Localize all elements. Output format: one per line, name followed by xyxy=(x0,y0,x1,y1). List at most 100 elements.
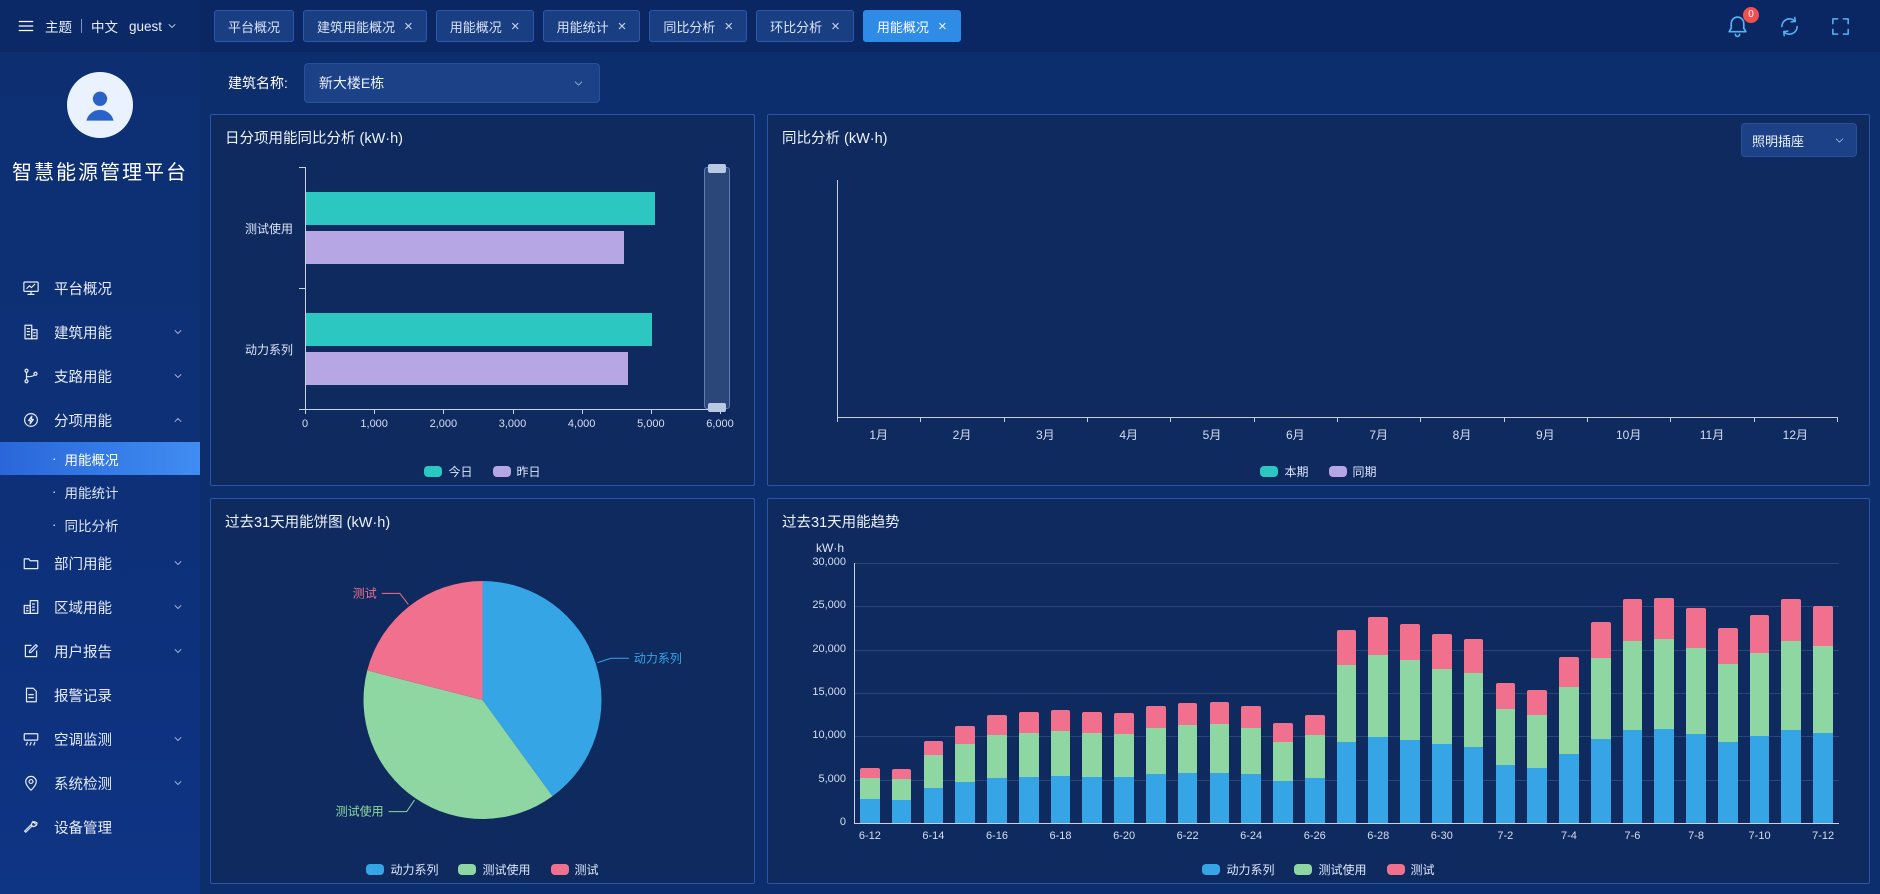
alarm-icon xyxy=(22,686,40,704)
bar-segment-测试 xyxy=(1082,712,1102,733)
language-label[interactable]: 中文 xyxy=(91,16,118,36)
notification-badge: 0 xyxy=(1743,7,1759,23)
tab-close-icon[interactable]: × xyxy=(831,19,840,34)
sidebar-item-系统检测[interactable]: 系统检测 xyxy=(0,761,200,805)
bar-segment-测试使用 xyxy=(1273,742,1293,782)
bar-segment-测试 xyxy=(1654,598,1674,640)
platform-icon xyxy=(22,279,40,297)
tab-用能统计[interactable]: 用能统计× xyxy=(543,10,641,42)
pie-label-line xyxy=(382,593,409,604)
bullet-icon: · xyxy=(52,484,57,499)
tab-close-icon[interactable]: × xyxy=(511,19,520,34)
bar-segment-测试使用 xyxy=(1337,665,1357,742)
x-axis-label: 7-8 xyxy=(1672,830,1720,842)
category-label: 动力系列 xyxy=(225,341,293,358)
tab-close-icon[interactable]: × xyxy=(724,19,733,34)
sidebar-subitem-用能概况[interactable]: ·用能概况 xyxy=(0,442,200,475)
bar-segment-动力系列 xyxy=(1019,777,1039,823)
sidebar-item-部门用能[interactable]: 部门用能 xyxy=(0,541,200,585)
theme-label[interactable]: 主题 xyxy=(45,16,72,36)
sidebar-item-报警记录[interactable]: 报警记录 xyxy=(0,673,200,717)
sidebar-subitem-label: 同比分析 xyxy=(65,515,119,535)
sidebar-item-设备管理[interactable]: 设备管理 xyxy=(0,805,200,849)
tab-环比分析[interactable]: 环比分析× xyxy=(756,10,854,42)
avatar[interactable] xyxy=(67,72,133,138)
tab-用能概况[interactable]: 用能概况× xyxy=(863,10,961,42)
sidebar-item-平台概况[interactable]: 平台概况 xyxy=(0,266,200,310)
building-select[interactable]: 新大楼E栋 xyxy=(304,63,600,103)
hvac-icon xyxy=(22,730,40,748)
x-axis-tick xyxy=(305,409,306,414)
x-axis-label: 3,000 xyxy=(485,418,541,430)
tab-同比分析[interactable]: 同比分析× xyxy=(649,10,747,42)
subitem-icon xyxy=(22,411,40,429)
bar-segment-动力系列 xyxy=(1368,737,1388,823)
legend-label: 同期 xyxy=(1353,463,1377,480)
x-axis-label: 8月 xyxy=(1432,426,1492,443)
daily-compare-chart: 01,0002,0003,0004,0005,0006,000测试使用动力系列 xyxy=(225,155,740,459)
datazoom-handle-top[interactable] xyxy=(708,164,726,173)
category-select[interactable]: 照明插座 xyxy=(1741,123,1857,157)
tab-用能概况[interactable]: 用能概况× xyxy=(436,10,534,42)
sidebar-menu: 平台概况建筑用能支路用能分项用能·用能概况·用能统计·同比分析部门用能区域用能用… xyxy=(0,266,200,894)
pie-slice-label: 动力系列 xyxy=(634,651,682,665)
bar-segment-动力系列 xyxy=(1623,730,1643,823)
legend-item-测试[interactable]: 测试 xyxy=(1387,861,1435,878)
legend-item-动力系列[interactable]: 动力系列 xyxy=(1202,861,1274,878)
sidebar-item-空调监测[interactable]: 空调监测 xyxy=(0,717,200,761)
x-axis-tick xyxy=(1254,417,1255,422)
x-axis-label: 7-10 xyxy=(1736,830,1784,842)
y-axis-label: 15,000 xyxy=(782,686,846,698)
legend-item-测试使用[interactable]: 测试使用 xyxy=(1294,861,1366,878)
user-menu[interactable]: guest xyxy=(129,19,178,34)
bar-segment-动力系列 xyxy=(1400,740,1420,823)
sidebar-item-label: 建筑用能 xyxy=(54,322,112,343)
y-axis-label: 30,000 xyxy=(782,556,846,568)
tab-close-icon[interactable]: × xyxy=(938,19,947,34)
x-axis-tick xyxy=(443,409,444,414)
sidebar-item-支路用能[interactable]: 支路用能 xyxy=(0,354,200,398)
legend-item-测试[interactable]: 测试 xyxy=(551,861,599,878)
pie-chart: 动力系列测试使用测试 xyxy=(225,539,740,857)
tab-平台概况[interactable]: 平台概况 xyxy=(214,10,294,42)
panel-yoy-analysis: 同比分析 (kW·h) 照明插座 1月2月3月4月5月6月7月8月9月10月11… xyxy=(767,114,1870,486)
sidebar-subitem-同比分析[interactable]: ·同比分析 xyxy=(0,508,200,541)
legend-item-同期[interactable]: 同期 xyxy=(1329,463,1377,480)
tab-建筑用能概况[interactable]: 建筑用能概况× xyxy=(303,10,427,42)
sidebar-item-label: 支路用能 xyxy=(54,366,112,387)
grid-line xyxy=(854,563,1839,564)
tab-close-icon[interactable]: × xyxy=(404,19,413,34)
fullscreen-icon[interactable] xyxy=(1829,15,1852,38)
sidebar-subitem-用能统计[interactable]: ·用能统计 xyxy=(0,475,200,508)
refresh-icon[interactable] xyxy=(1778,15,1801,38)
chevron-down-icon xyxy=(172,326,184,338)
datazoom-slider[interactable] xyxy=(704,167,730,409)
x-axis-tick xyxy=(651,409,652,414)
sidebar-item-区域用能[interactable]: 区域用能 xyxy=(0,585,200,629)
menu-toggle-icon[interactable] xyxy=(16,17,36,35)
building-icon xyxy=(22,323,40,341)
datazoom-handle-bottom[interactable] xyxy=(708,403,726,412)
tab-close-icon[interactable]: × xyxy=(618,19,627,34)
legend-item-昨日[interactable]: 昨日 xyxy=(493,463,541,480)
app-title: 智慧能源管理平台 xyxy=(0,156,200,185)
y-axis-line xyxy=(837,180,838,417)
legend-marker xyxy=(366,864,384,875)
legend-marker xyxy=(1260,466,1278,477)
sidebar-item-分项用能[interactable]: 分项用能 xyxy=(0,398,200,442)
x-axis-label: 0 xyxy=(277,418,333,430)
legend-item-今日[interactable]: 今日 xyxy=(424,463,472,480)
bar-segment-测试 xyxy=(1750,615,1770,653)
bar-segment-测试使用 xyxy=(955,744,975,782)
sidebar-item-用户报告[interactable]: 用户报告 xyxy=(0,629,200,673)
sidebar-item-label: 平台概况 xyxy=(54,278,112,299)
legend-item-本期[interactable]: 本期 xyxy=(1260,463,1308,480)
sidebar-item-建筑用能[interactable]: 建筑用能 xyxy=(0,310,200,354)
x-axis-label: 5,000 xyxy=(623,418,679,430)
legend-item-测试使用[interactable]: 测试使用 xyxy=(458,861,530,878)
x-axis-label: 12月 xyxy=(1765,426,1825,443)
bar-segment-动力系列 xyxy=(1241,774,1261,823)
notifications-button[interactable]: 0 xyxy=(1725,14,1750,39)
bar-segment-测试使用 xyxy=(1527,715,1547,768)
legend-item-动力系列[interactable]: 动力系列 xyxy=(366,861,438,878)
